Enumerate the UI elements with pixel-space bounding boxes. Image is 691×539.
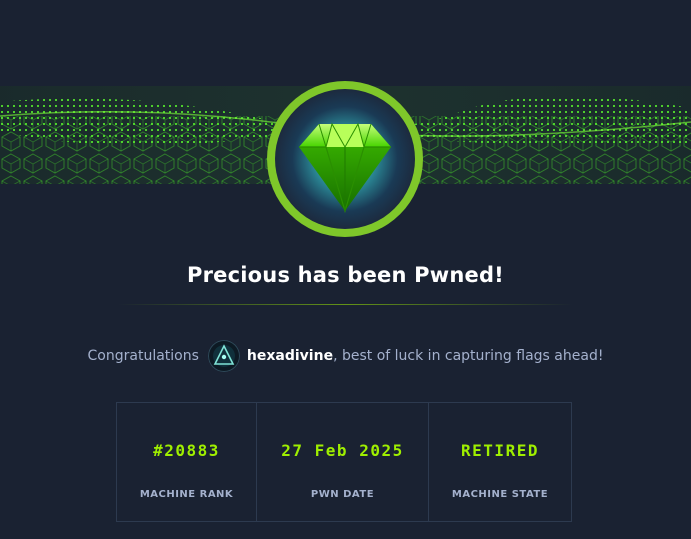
congratulations-suffix: , best of luck in capturing flags ahead! — [333, 348, 604, 364]
congratulations-message: Congratulations hexadivine , best of luc… — [0, 338, 691, 374]
congratulations-prefix: Congratulations — [87, 348, 199, 364]
user-avatar[interactable] — [207, 340, 240, 372]
pwn-date-label: PWN DATE — [310, 489, 375, 500]
pwn-date-value: 27 Feb 2025 — [281, 441, 404, 460]
pwned-page: Precious has been Pwned! Congratulations… — [0, 0, 691, 539]
stat-machine-rank: #20883 MACHINE RANK — [116, 402, 257, 522]
emerald-gem-icon — [267, 81, 423, 237]
page-title: Precious has been Pwned! — [187, 263, 504, 287]
stat-machine-state: RETIRED MACHINE STATE — [429, 402, 572, 522]
stat-pwn-date: 27 Feb 2025 PWN DATE — [257, 402, 429, 522]
machine-rank-label: MACHINE RANK — [139, 489, 234, 500]
pwn-stats-table: #20883 MACHINE RANK 27 Feb 2025 PWN DATE… — [116, 402, 572, 522]
machine-state-value: RETIRED — [461, 441, 539, 460]
machine-rank-value: #20883 — [153, 441, 220, 460]
machine-state-label: MACHINE STATE — [451, 489, 549, 500]
username-link[interactable]: hexadivine — [247, 348, 333, 364]
title-divider — [118, 304, 573, 305]
